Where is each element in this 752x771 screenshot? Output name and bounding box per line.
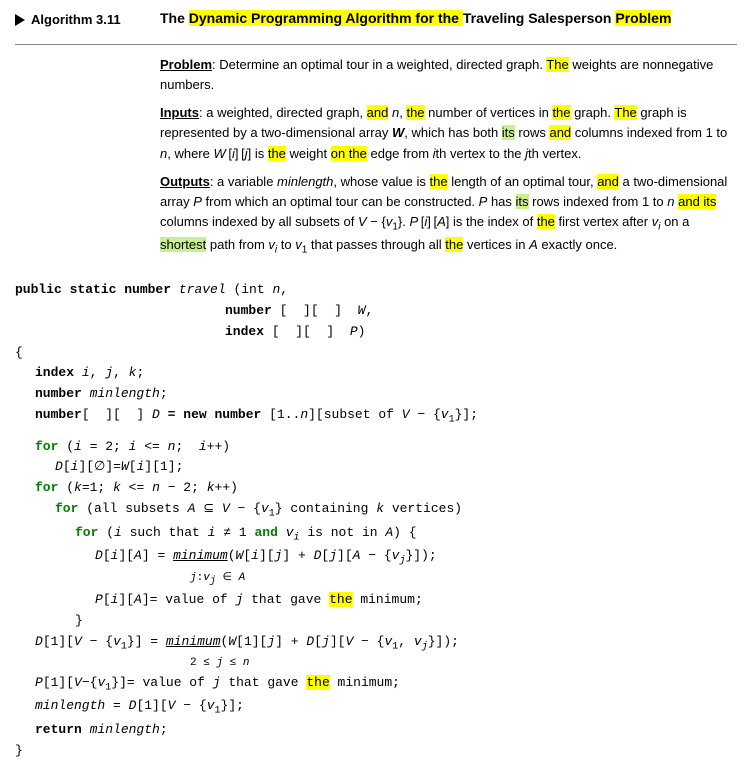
code-for4: for (i such that i ≠ 1 and vi is not in … xyxy=(75,523,737,547)
problem-paragraph: Problem: Determine an optimal tour in a … xyxy=(160,55,737,95)
outputs-label: Outputs xyxy=(160,174,210,189)
code-for2: for (k=1; k <= n − 2; k++) xyxy=(35,478,737,499)
code-minlength-assign: minlength = D[1][V − {v1}]; xyxy=(35,696,737,720)
code-spacer1 xyxy=(15,429,737,437)
code-block: public static number travel (int n, numb… xyxy=(15,280,737,761)
inputs-paragraph: Inputs: a weighted, directed graph, and … xyxy=(160,103,737,163)
code-param2-line: number [ ][ ] W, xyxy=(225,301,737,322)
code-signature-line: public static number travel (int n, xyxy=(15,280,737,301)
title-dynamic: Dynamic Programming Algorithm for the xyxy=(189,10,463,26)
algorithm-number: Algorithm 3.11 xyxy=(31,12,121,27)
inputs-label: Inputs xyxy=(160,105,199,120)
code-for1-body: D[i][∅]=W[i][1]; xyxy=(55,457,737,478)
description-block: Problem: Determine an optimal tour in a … xyxy=(160,55,737,266)
code-d1-assign: D[1][V − {v1}] = minimum(W[1][j] + D[j][… xyxy=(35,632,737,656)
problem-label: Problem xyxy=(160,57,212,72)
code-for1: for (i = 2; i <= n; i++) xyxy=(35,437,737,458)
code-vars-index: index i, j, k; xyxy=(35,363,737,384)
code-d-assign: D[i][A] = minimum(W[i][j] + D[j][A − {vj… xyxy=(95,546,737,570)
outputs-text: : a variable minlength, whose value is t… xyxy=(160,174,727,252)
algorithm-title: The Dynamic Programming Algorithm for th… xyxy=(160,10,737,36)
code-vars-number: number minlength; xyxy=(35,384,737,405)
code-for3: for (all subsets A ⊆ V − {v1} containing… xyxy=(55,499,737,523)
code-p1-assign: P[1][V−{v1}]= value of j that gave the m… xyxy=(35,673,737,697)
title-problem: Problem xyxy=(615,10,671,26)
main-content: Problem: Determine an optimal tour in a … xyxy=(15,55,737,266)
triangle-icon xyxy=(15,14,25,26)
outputs-paragraph: Outputs: a variable minlength, whose val… xyxy=(160,172,737,258)
inputs-text: : a weighted, directed graph, and n, the… xyxy=(160,105,727,160)
code-p-assign: P[i][A]= value of j that gave the minimu… xyxy=(95,590,737,611)
fn-name: travel xyxy=(179,282,226,297)
kw-public: public static number xyxy=(15,282,171,297)
algorithm-label: Algorithm 3.11 xyxy=(15,10,160,27)
algorithm-header: Algorithm 3.11 The Dynamic Programming A… xyxy=(15,10,737,45)
problem-text: : Determine an optimal tour in a weighte… xyxy=(160,57,713,92)
code-close-brace-final: } xyxy=(15,741,737,762)
code-open-brace: { xyxy=(15,343,737,364)
code-vars-d: number[ ][ ] D = new number [1..n][subse… xyxy=(35,405,737,429)
title-the: The xyxy=(160,10,189,26)
code-close-brace1: } xyxy=(75,611,737,632)
code-subscript1: j:vj ∈ A xyxy=(190,570,737,590)
code-param3-line: index [ ][ ] P) xyxy=(225,322,737,343)
code-return: return minlength; xyxy=(35,720,737,741)
title-traveling: Traveling Salesperson xyxy=(463,10,616,26)
code-subscript2: 2 ≤ j ≤ n xyxy=(190,655,737,673)
algorithm-title-text: The Dynamic Programming Algorithm for th… xyxy=(160,10,737,26)
